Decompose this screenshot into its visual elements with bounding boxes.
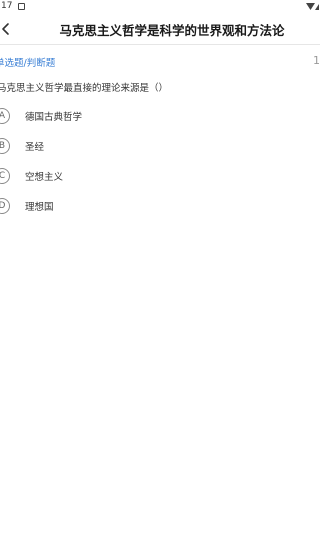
option-text: 理想国: [25, 202, 54, 213]
option-text: 圣经: [25, 142, 45, 153]
option-letter: A: [0, 108, 10, 124]
page-title: 马克思主义哲学是科学的世界观和方法论: [59, 23, 285, 38]
question-index: 1: [313, 54, 320, 67]
question-type-label: 单选题/判断题: [0, 58, 56, 69]
status-bar: :17: [0, 0, 320, 14]
option-c[interactable]: C 空想主义: [0, 167, 194, 185]
status-time: :17: [0, 1, 13, 11]
option-a[interactable]: A 德国古典哲学: [0, 107, 194, 125]
option-letter: C: [0, 168, 10, 184]
option-text: 空想主义: [25, 172, 64, 183]
option-d[interactable]: D 理想国: [0, 197, 194, 215]
option-letter: B: [0, 138, 10, 154]
notification-icon: [18, 3, 25, 10]
app-bar: 马克思主义哲学是科学的世界观和方法论: [0, 14, 320, 45]
back-button[interactable]: [0, 18, 22, 40]
option-letter: D: [0, 198, 10, 214]
option-b[interactable]: B 圣经: [0, 137, 194, 155]
signal-icon: [305, 3, 319, 10]
option-text: 德国古典哲学: [25, 112, 83, 123]
chevron-left-icon: [2, 23, 9, 35]
question-text: 马克思主义哲学最直接的理论来源是（）: [0, 83, 169, 94]
